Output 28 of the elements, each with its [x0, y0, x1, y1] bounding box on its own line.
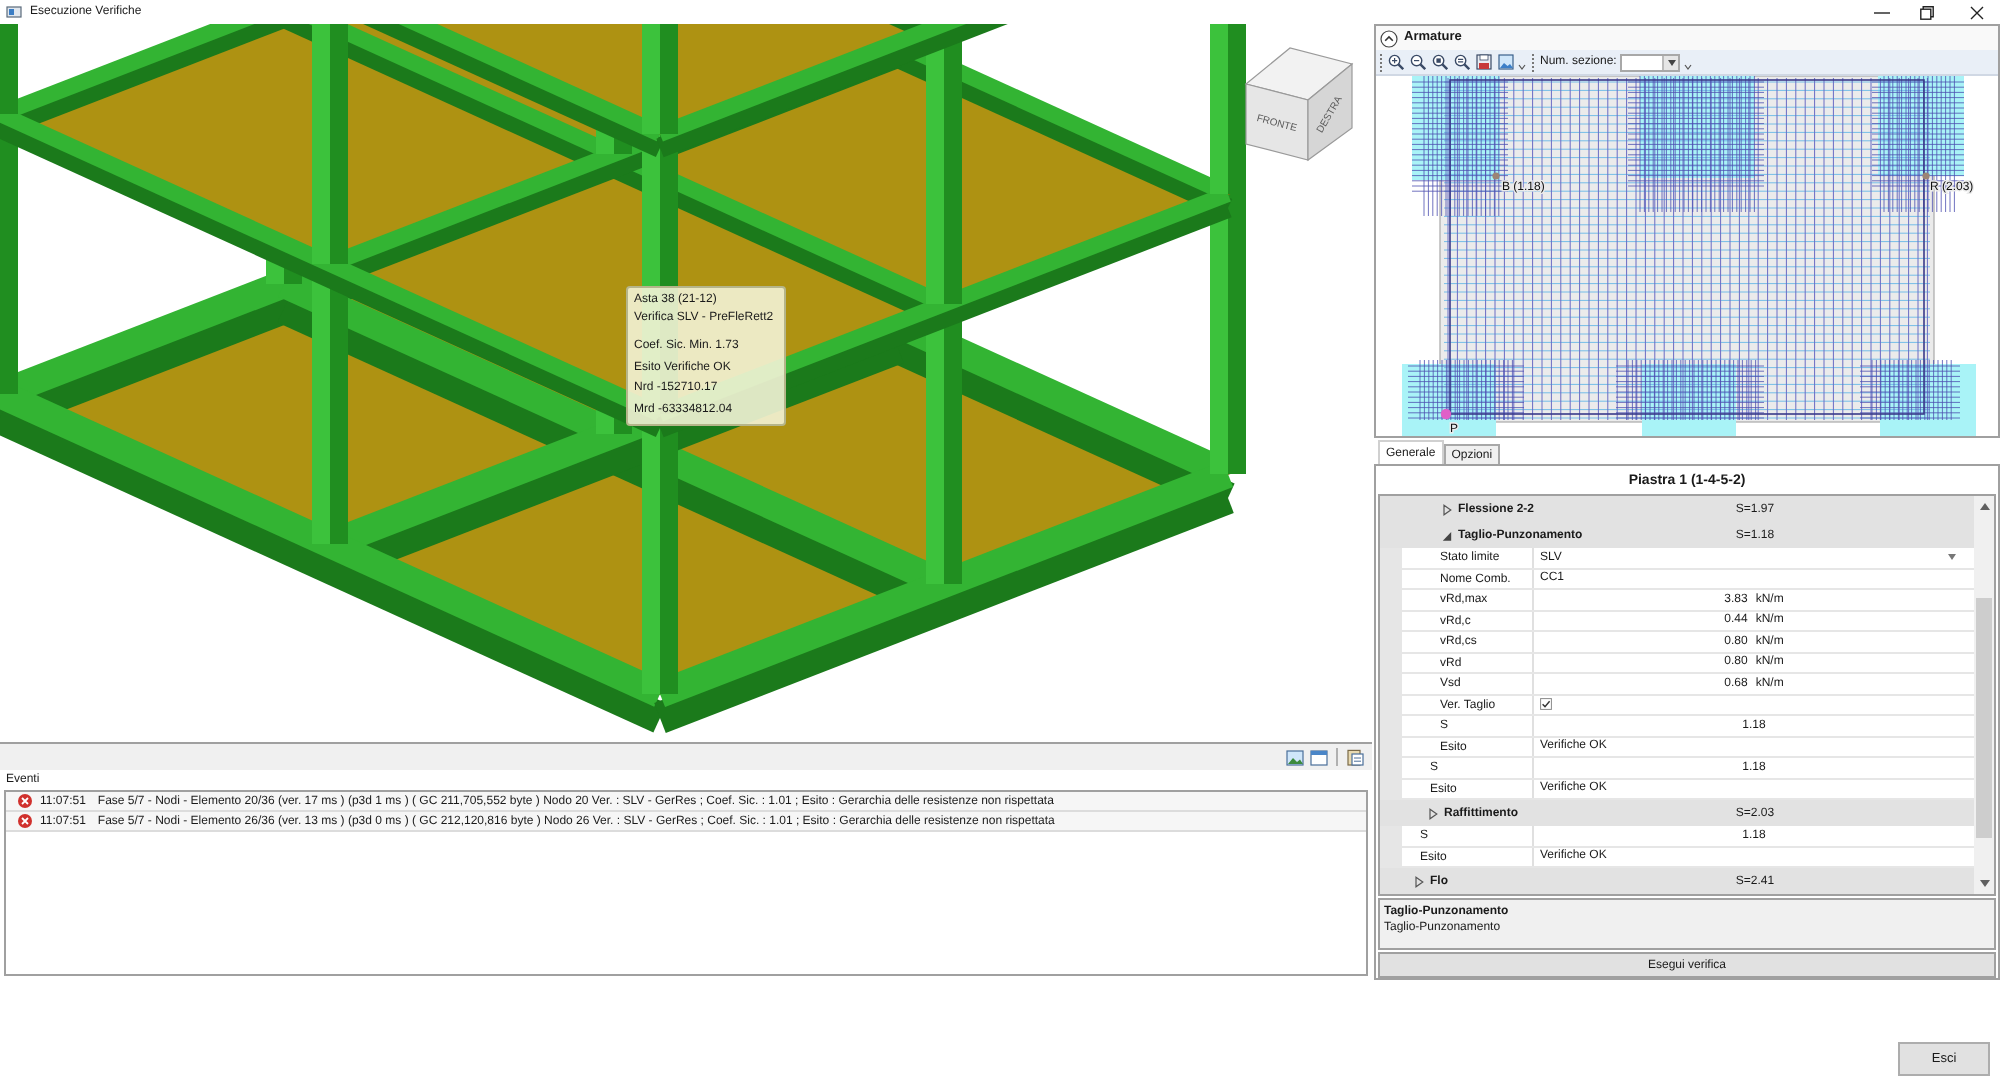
expander-icon[interactable] — [1442, 503, 1452, 515]
scroll-up-icon[interactable] — [1979, 502, 1989, 510]
zoom-in-icon[interactable] — [1388, 54, 1404, 70]
collapse-icon[interactable] — [1380, 29, 1398, 47]
caret-icon — [1667, 59, 1676, 65]
window-icon[interactable] — [1310, 749, 1328, 765]
zoom-all-icon[interactable] — [1454, 54, 1470, 70]
app-icon — [6, 6, 22, 18]
scrollbar-thumb[interactable] — [1976, 598, 1992, 838]
checkbox[interactable] — [1540, 698, 1552, 711]
picture-icon[interactable] — [1498, 54, 1514, 70]
expander-icon[interactable] — [1414, 875, 1424, 887]
picture-icon[interactable] — [1286, 749, 1304, 765]
overflow-icon[interactable] — [1684, 64, 1693, 70]
zoom-out-icon[interactable] — [1410, 54, 1426, 70]
caret-icon[interactable] — [1948, 554, 1956, 561]
close-icon[interactable] — [1970, 5, 1984, 19]
clipboard-icon[interactable] — [1346, 748, 1364, 766]
expander-icon[interactable] — [1428, 807, 1438, 819]
overflow-icon[interactable] — [1518, 64, 1526, 70]
section-dropdown[interactable] — [1620, 53, 1681, 71]
expander-icon[interactable] — [1442, 529, 1452, 541]
save-icon[interactable] — [1476, 54, 1492, 70]
restore-icon[interactable] — [1920, 5, 1934, 19]
scroll-down-icon[interactable] — [1979, 880, 1989, 888]
scrollbar[interactable] — [1974, 496, 1994, 894]
zoom-window-icon[interactable] — [1432, 54, 1448, 70]
error-icon — [18, 814, 32, 828]
